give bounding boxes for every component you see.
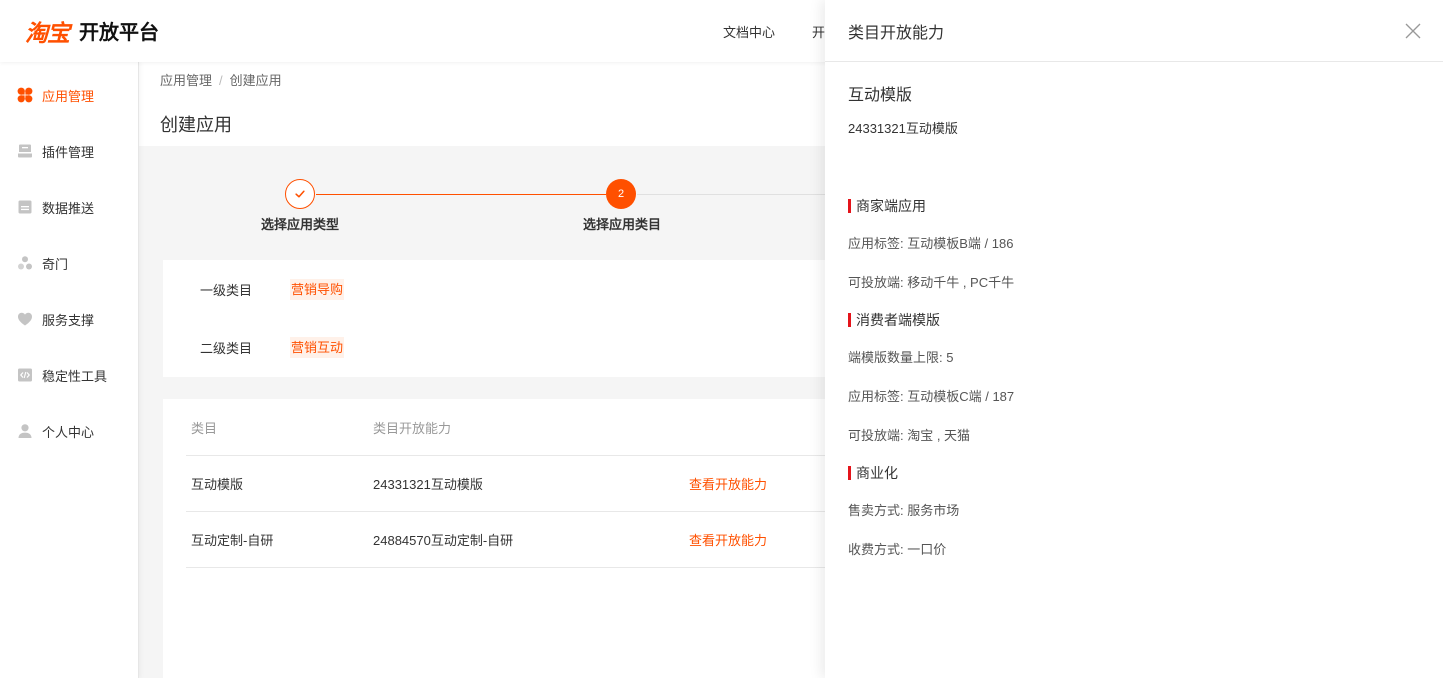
sidebar-item-stability-tools[interactable]: 稳定性工具 bbox=[0, 347, 138, 403]
step-2-circle: 2 bbox=[606, 179, 636, 209]
qimen-icon bbox=[17, 255, 33, 271]
breadcrumb-app-management[interactable]: 应用管理 bbox=[160, 73, 212, 88]
close-icon bbox=[1405, 23, 1421, 38]
breadcrumb-create-app: 创建应用 bbox=[229, 73, 282, 88]
category-label: 一级类目 bbox=[200, 282, 253, 298]
drawer-header: 类目开放能力 bbox=[825, 0, 1443, 62]
breadcrumb: 应用管理 / 创建应用 bbox=[160, 73, 282, 89]
step-2-label: 选择应用类目 bbox=[582, 217, 661, 232]
data-push-icon bbox=[17, 199, 33, 215]
drawer-category-name: 互动模版 bbox=[848, 87, 913, 104]
section-title-text: 商家端应用 bbox=[856, 198, 926, 214]
plugin-icon bbox=[17, 143, 33, 159]
sidebar-item-label: 个人中心 bbox=[42, 424, 95, 440]
view-ability-link[interactable]: 查看开放能力 bbox=[689, 477, 767, 492]
column-header-category: 类目 bbox=[191, 420, 218, 436]
logo-mark: 淘宝 bbox=[25, 20, 70, 46]
section-line: 端模版数量上限: 5 bbox=[848, 350, 954, 365]
cell-ability: 24884570互动定制-自研 bbox=[373, 533, 514, 548]
category-tag: 营销导购 bbox=[290, 278, 345, 300]
sidebar-item-label: 插件管理 bbox=[42, 144, 95, 160]
cell-ability: 24331321互动模版 bbox=[373, 477, 483, 492]
step-connector-done bbox=[316, 194, 606, 195]
sidebar-item-data-push[interactable]: 数据推送 bbox=[0, 179, 138, 235]
section-line: 收费方式: 一口价 bbox=[848, 542, 947, 557]
code-icon bbox=[17, 367, 33, 383]
sidebar-item-personal-center[interactable]: 个人中心 bbox=[0, 403, 138, 459]
taobao-open-platform-logo[interactable]: 淘宝 开放平台 bbox=[25, 17, 159, 49]
section-line: 可投放端: 淘宝 , 天猫 bbox=[848, 428, 971, 443]
section-title: 商业化 bbox=[848, 455, 1420, 491]
user-icon bbox=[17, 423, 33, 439]
sidebar-item-app-management[interactable]: 应用管理 bbox=[0, 67, 138, 123]
drawer-title: 类目开放能力 bbox=[848, 24, 945, 42]
column-header-ability: 类目开放能力 bbox=[373, 420, 452, 436]
sidebar-item-label: 数据推送 bbox=[42, 200, 95, 216]
sidebar-item-qimen[interactable]: 奇门 bbox=[0, 235, 138, 291]
drawer-sections: 商家端应用 应用标签: 互动模板B端 / 186 可投放端: 移动千牛 , PC… bbox=[848, 188, 1420, 569]
drawer-close-button[interactable] bbox=[1404, 22, 1422, 40]
section-bar bbox=[848, 199, 851, 213]
cell-category: 互动模版 bbox=[191, 477, 244, 492]
sidebar-item-service-support[interactable]: 服务支撑 bbox=[0, 291, 138, 347]
section-line: 应用标签: 互动模板B端 / 186 bbox=[848, 236, 1014, 251]
logo-text: 开放平台 bbox=[79, 22, 159, 44]
sidebar-item-label: 服务支撑 bbox=[42, 312, 95, 328]
ability-drawer: 类目开放能力 互动模版 24331321互动模版 商家端应用 应用标签: 互动模… bbox=[825, 0, 1443, 678]
check-icon bbox=[295, 190, 305, 198]
section-merchant-app: 商家端应用 应用标签: 互动模板B端 / 186 可投放端: 移动千牛 , PC… bbox=[848, 188, 1420, 302]
section-line: 应用标签: 互动模板C端 / 187 bbox=[848, 389, 1015, 404]
section-bar bbox=[848, 313, 851, 327]
section-title: 商家端应用 bbox=[848, 188, 1420, 224]
breadcrumb-separator: / bbox=[219, 73, 223, 88]
section-consumer-template: 消费者端模版 端模版数量上限: 5 应用标签: 互动模板C端 / 187 可投放… bbox=[848, 302, 1420, 455]
category-label: 二级类目 bbox=[200, 340, 253, 356]
section-title: 消费者端模版 bbox=[848, 302, 1420, 338]
step-1-label: 选择应用类型 bbox=[260, 217, 339, 232]
category-tag: 营销互动 bbox=[290, 336, 345, 358]
heart-icon bbox=[17, 311, 33, 327]
nav-item-truncated[interactable]: 开 bbox=[812, 23, 825, 43]
section-title-text: 商业化 bbox=[856, 465, 898, 481]
view-ability-link[interactable]: 查看开放能力 bbox=[689, 533, 767, 548]
section-commercialization: 商业化 售卖方式: 服务市场 收费方式: 一口价 bbox=[848, 455, 1420, 569]
section-title-text: 消费者端模版 bbox=[856, 312, 940, 328]
section-line: 售卖方式: 服务市场 bbox=[848, 503, 960, 518]
sidebar-item-label: 奇门 bbox=[42, 256, 69, 272]
sidebar-item-label: 应用管理 bbox=[42, 88, 95, 104]
step-1-circle bbox=[285, 179, 315, 209]
page-title: 创建应用 bbox=[160, 115, 232, 135]
section-line: 可投放端: 移动千牛 , PC千牛 bbox=[848, 275, 1015, 290]
sidebar: 应用管理 插件管理 数据推送 奇门 服务支撑 稳定性工具 个人中心 bbox=[0, 62, 139, 678]
app-grid-icon bbox=[17, 87, 33, 103]
cell-category: 互动定制-自研 bbox=[191, 533, 274, 548]
sidebar-item-plugin-management[interactable]: 插件管理 bbox=[0, 123, 138, 179]
sidebar-item-label: 稳定性工具 bbox=[42, 368, 108, 384]
section-bar bbox=[848, 466, 851, 480]
nav-docs-center[interactable]: 文档中心 bbox=[723, 23, 775, 43]
drawer-category-id: 24331321互动模版 bbox=[848, 121, 958, 136]
